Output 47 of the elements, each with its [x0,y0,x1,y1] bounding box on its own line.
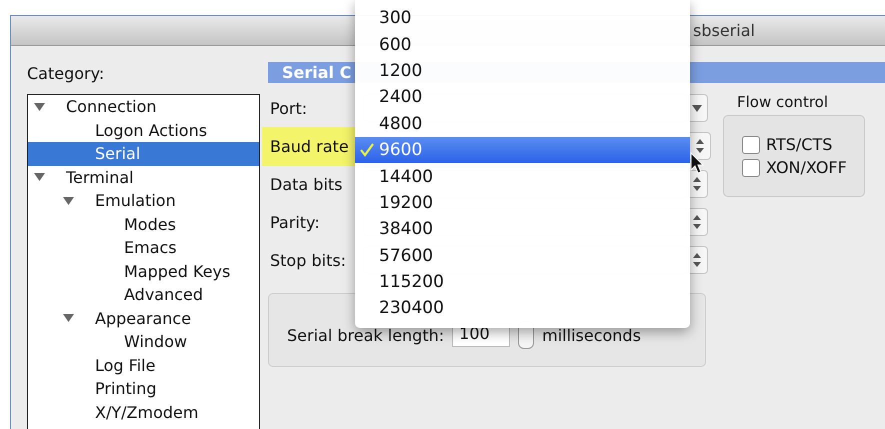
menu-item[interactable]: 115200 [355,268,690,296]
tree-item[interactable]: Advanced [28,283,259,306]
group-label: Flow control [737,93,830,113]
field-label: Serial break length: [287,326,444,344]
tree-item[interactable]: Modes [28,212,259,236]
checkbox[interactable] [742,158,760,176]
menu-item[interactable]: 19200 [355,190,690,216]
window-title: sbserial [693,21,755,40]
checkmark-icon [360,143,374,158]
up-down-arrows-icon [693,215,701,229]
tree-item[interactable]: Terminal [28,166,259,189]
up-down-arrows-icon [693,177,701,191]
field-label: Parity: [269,212,321,234]
expanded-triangle-icon[interactable] [34,172,45,182]
tree-item[interactable]: Appearance [28,306,259,330]
up-down-arrows-icon [693,253,701,267]
checkbox-label: XON/XOFF [766,158,847,177]
menu-item[interactable]: 600 [355,31,690,58]
category-label: Category: [27,64,106,85]
tree-item[interactable]: Serial [28,142,259,166]
unit-label: milliseconds [542,326,641,344]
menu-item[interactable]: 9600 [355,136,690,164]
checkbox-label: RTS/CTS [766,135,832,154]
expanded-triangle-icon[interactable] [63,313,74,324]
tree-item[interactable]: Connection [28,95,259,118]
field-label: Data bits [269,174,344,196]
tree-item[interactable]: Printing [28,377,259,400]
expanded-triangle-icon[interactable] [34,102,45,112]
menu-item[interactable]: 57600 [355,242,690,269]
dropdown-arrow-icon [692,104,702,112]
tree-item[interactable]: Emacs [28,236,259,260]
field-label: Port: [269,98,308,120]
tree-item[interactable]: Emulation [28,189,259,212]
menu-item[interactable]: 38400 [355,216,690,243]
tree-item[interactable]: Mapped Keys [28,260,259,283]
expanded-triangle-icon[interactable] [63,196,74,206]
menu-item[interactable]: 300 [355,5,690,32]
tree-item[interactable]: X/Y/Zmodem [28,400,259,424]
menu-item[interactable]: 2400 [355,84,690,111]
up-down-arrows-icon [696,139,704,153]
checkbox[interactable] [742,136,760,154]
tree-item[interactable]: Logon Actions [28,118,259,142]
tree-item[interactable]: Log File [28,354,259,377]
menu-item[interactable]: 14400 [355,163,690,190]
field-label: Stop bits: [269,250,348,272]
tree-item[interactable]: Window [28,330,259,354]
menu-item[interactable]: 230400 [355,295,690,322]
